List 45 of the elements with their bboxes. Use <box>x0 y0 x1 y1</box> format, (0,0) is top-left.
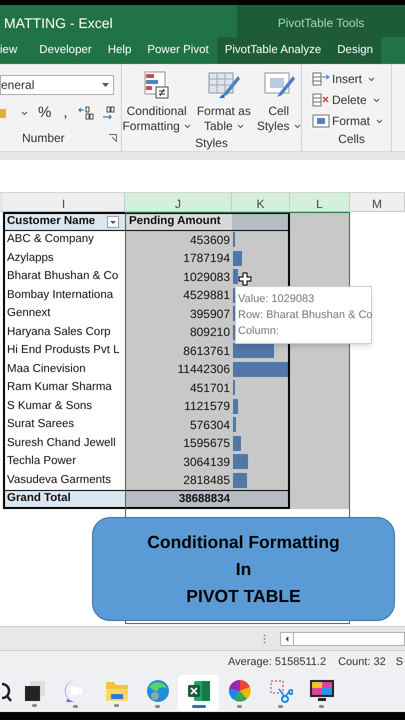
table-cell: 3064139 <box>125 452 232 471</box>
window-title: MATTING - Excel <box>3 14 114 33</box>
table-cell: 453609 <box>125 230 232 249</box>
ribbon-tab[interactable]: PivotTable Analyze <box>216 37 330 64</box>
status-count: Count: 32 <box>338 655 386 670</box>
table-cell: 1595675 <box>125 434 232 452</box>
cells-command-button[interactable]: Format <box>312 112 391 130</box>
table-cell: 451701 <box>125 378 232 397</box>
table-cell: 11442306 <box>125 360 232 378</box>
number-style-button[interactable]: % <box>36 102 54 124</box>
column-header[interactable]: M <box>350 193 405 211</box>
column-header[interactable]: L <box>290 193 350 211</box>
table-cell: ABC & Company <box>3 230 125 249</box>
style-gallery-button[interactable]: Cell Styles <box>256 70 301 134</box>
column-header[interactable]: K <box>232 193 290 211</box>
table-cell: 4529881 <box>125 286 232 304</box>
group-label: Cells <box>338 131 365 148</box>
cells-command-button[interactable]: Delete <box>312 91 391 109</box>
number-style-button[interactable]: , <box>61 102 70 124</box>
style-gallery-button[interactable]: Conditional Formatting <box>122 70 191 134</box>
table-cell: 809210 <box>125 323 232 342</box>
status-text: S <box>396 655 404 670</box>
header-cell: Customer Name <box>3 212 125 230</box>
grand-total-label: Grand Total <box>3 490 125 508</box>
table-cell: 8613761 <box>125 342 232 360</box>
table-cell: 576304 <box>125 416 232 434</box>
tooltip: Value: 1029083 Row: Bharat Bhushan & Co Column: <box>235 286 372 344</box>
table-cell: 1121579 <box>125 397 232 416</box>
table-cell: 1029083 <box>125 268 232 286</box>
column-header[interactable]: I <box>3 193 125 211</box>
header-cell: Pending Amount <box>125 212 232 230</box>
grand-total-value: 38688834 <box>125 490 232 508</box>
group-label: Styles <box>195 135 228 152</box>
style-gallery-button[interactable]: Format as Table <box>196 70 251 134</box>
table-cell: 1787194 <box>125 249 232 268</box>
status-average: Average: 5158511.2 <box>228 655 326 670</box>
contextual-tools-title: PivotTable Tools <box>237 5 405 37</box>
number-format-dropdown[interactable]: eneral <box>0 75 114 95</box>
table-cell: 395907 <box>125 304 232 323</box>
column-header[interactable]: J <box>125 193 232 211</box>
table-cell: 2818485 <box>125 471 232 490</box>
ribbon-tab[interactable]: Design <box>329 37 382 64</box>
callout-box: Conditional Formatting In PIVOT TABLE <box>92 517 395 621</box>
group-label: Number <box>22 130 65 147</box>
cells-command-button[interactable]: Insert <box>312 70 391 88</box>
